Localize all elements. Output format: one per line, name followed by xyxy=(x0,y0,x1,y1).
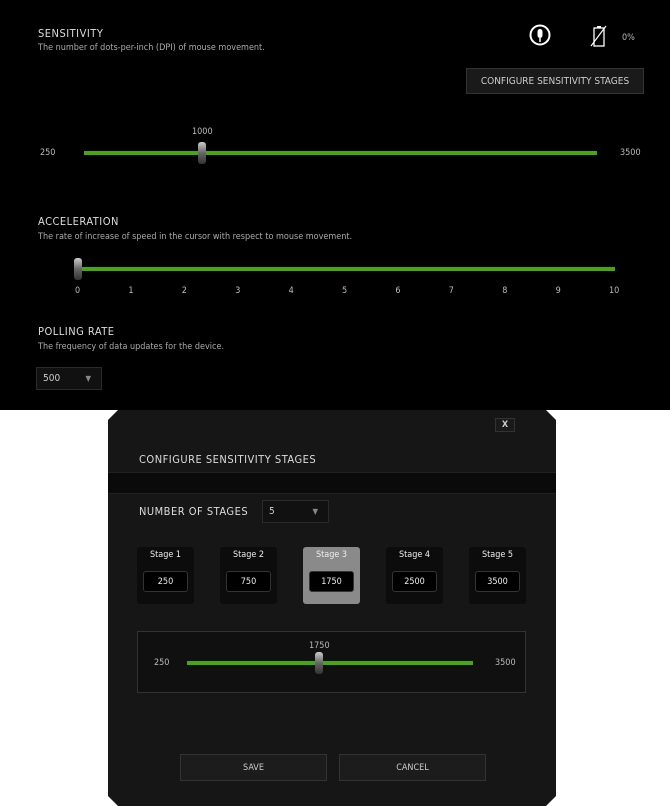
sensitivity-title: SENSITIVITY xyxy=(38,27,104,40)
acceleration-tick-label: 2 xyxy=(181,286,187,296)
stage-slider-value: 1750 xyxy=(309,641,330,651)
acceleration-tick-label: 10 xyxy=(609,286,620,296)
stage-slider-min: 250 xyxy=(154,658,170,668)
stage-dpi-input[interactable]: 3500 xyxy=(475,571,520,592)
sensitivity-min: 250 xyxy=(40,148,56,158)
stage-slider-thumb[interactable] xyxy=(315,652,323,674)
configure-sensitivity-stages-button[interactable]: CONFIGURE SENSITIVITY STAGES xyxy=(466,68,644,94)
stage-slider-panel: 1750 250 3500 xyxy=(137,631,526,693)
acceleration-desc: The rate of increase of speed in the cur… xyxy=(38,232,353,242)
stage-card-3[interactable]: Stage 3 1750 xyxy=(303,547,360,604)
sensitivity-slider-track[interactable] xyxy=(84,151,597,155)
stage-card-1[interactable]: Stage 1 250 xyxy=(137,547,194,604)
configure-stages-dialog: X CONFIGURE SENSITIVITY STAGES NUMBER OF… xyxy=(108,410,556,806)
sensitivity-desc: The number of dots-per-inch (DPI) of mou… xyxy=(38,43,265,53)
stage-label: Stage 1 xyxy=(149,550,182,560)
polling-rate-value: 500 xyxy=(43,373,61,384)
stage-label: Stage 4 xyxy=(398,550,431,560)
dialog-title: CONFIGURE SENSITIVITY STAGES xyxy=(139,453,317,466)
number-of-stages-value: 5 xyxy=(269,506,275,517)
acceleration-tick-label: 1 xyxy=(128,286,134,296)
acceleration-tick-label: 9 xyxy=(555,286,561,296)
acceleration-tick-label: 7 xyxy=(448,286,454,296)
stage-slider-max: 3500 xyxy=(495,658,516,668)
acceleration-tick-label: 4 xyxy=(288,286,294,296)
sensitivity-value: 1000 xyxy=(192,127,213,137)
stage-card-2[interactable]: Stage 2 750 xyxy=(220,547,277,604)
battery-level: 0% xyxy=(622,33,635,43)
stage-card-5[interactable]: Stage 5 3500 xyxy=(469,547,526,604)
number-of-stages-dropdown[interactable]: 5 ▼ xyxy=(262,500,329,523)
acceleration-tick-label: 0 xyxy=(75,286,81,296)
stage-dpi-input[interactable]: 2500 xyxy=(392,571,437,592)
polling-rate-dropdown[interactable]: 500 ▼ xyxy=(36,367,102,390)
acceleration-tick-label: 8 xyxy=(502,286,508,296)
battery-empty-icon xyxy=(590,25,607,47)
sensitivity-max: 3500 xyxy=(620,148,641,158)
chevron-down-icon: ▼ xyxy=(312,507,318,516)
save-button[interactable]: SAVE xyxy=(180,754,327,781)
stage-dpi-input[interactable]: 1750 xyxy=(309,571,354,592)
stage-dpi-input[interactable]: 750 xyxy=(226,571,271,592)
acceleration-slider-thumb[interactable] xyxy=(74,258,82,280)
number-of-stages-label: NUMBER OF STAGES xyxy=(139,505,249,518)
acceleration-tick-label: 5 xyxy=(342,286,348,296)
mouse-settings-panel: SENSITIVITY The number of dots-per-inch … xyxy=(0,0,670,410)
stage-label: Stage 5 xyxy=(481,550,514,560)
mouse-icon xyxy=(529,24,551,46)
cancel-button[interactable]: CANCEL xyxy=(339,754,486,781)
chevron-down-icon: ▼ xyxy=(85,374,91,383)
stage-label: Stage 3 xyxy=(315,550,348,560)
stage-slider-track[interactable] xyxy=(187,661,473,665)
acceleration-tick-label: 3 xyxy=(235,286,241,296)
acceleration-tick-label: 6 xyxy=(395,286,401,296)
stage-card-4[interactable]: Stage 4 2500 xyxy=(386,547,443,604)
acceleration-title: ACCELERATION xyxy=(38,215,119,228)
sensitivity-slider-thumb[interactable] xyxy=(198,142,206,164)
stage-dpi-input[interactable]: 250 xyxy=(143,571,188,592)
close-button[interactable]: X xyxy=(495,418,515,432)
stage-label: Stage 2 xyxy=(232,550,265,560)
polling-title: POLLING RATE xyxy=(38,325,115,338)
acceleration-slider-track[interactable] xyxy=(78,267,615,271)
polling-desc: The frequency of data updates for the de… xyxy=(38,342,225,352)
divider-band xyxy=(108,472,556,494)
